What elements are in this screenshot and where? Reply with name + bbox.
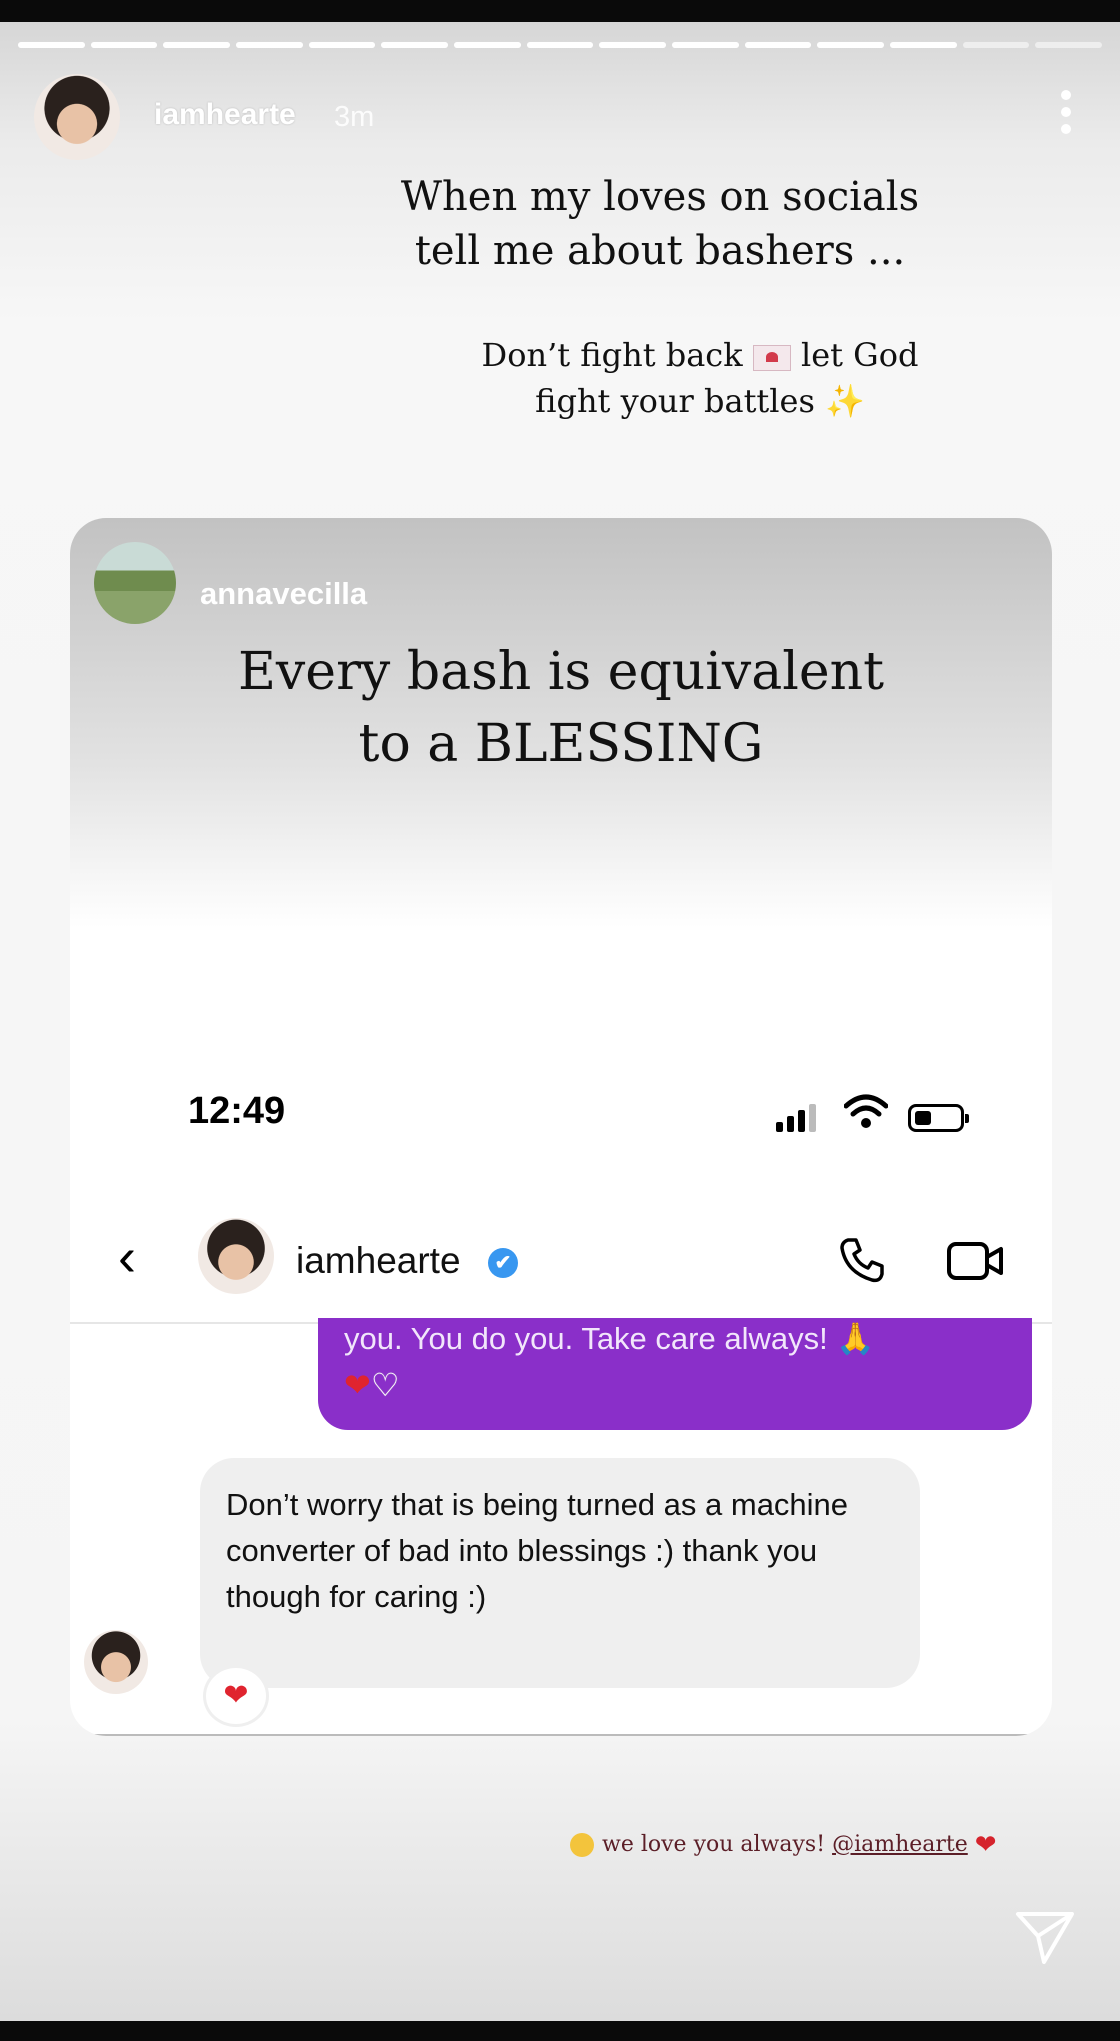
progress-segment <box>236 42 303 48</box>
verified-icon: ✔ <box>488 1248 518 1278</box>
story-subcaption: Don’t fight back let God fight your batt… <box>470 332 930 424</box>
shared-post-avatar[interactable] <box>94 542 176 624</box>
red-heart-icon: ❤ <box>344 1367 371 1403</box>
heart-reaction-icon[interactable]: ❤ <box>206 1668 266 1724</box>
shared-post-username[interactable]: annavecilla <box>200 576 367 612</box>
mention-text: we love you always! <box>602 1832 826 1857</box>
sent-message-bubble[interactable]: you. You do you. Take care always! 🙏 ❤♡ <box>318 1318 1032 1430</box>
love-letter-icon <box>752 344 791 371</box>
caption-line: When my loves on socials <box>400 174 920 220</box>
progress-segment <box>90 42 158 48</box>
progress-segment <box>454 42 521 48</box>
progress-segment <box>308 42 376 48</box>
quote-line: to a BLESSING <box>358 714 764 774</box>
dm-contact-avatar[interactable] <box>198 1218 274 1294</box>
progress-segment <box>817 42 885 48</box>
story-avatar[interactable] <box>34 74 120 160</box>
progress-segment <box>1035 42 1103 48</box>
story-username[interactable]: iamhearte <box>154 98 296 132</box>
send-icon[interactable] <box>1014 1906 1076 1968</box>
progress-segment <box>599 42 667 48</box>
story-viewer: iamhearte 3m When my loves on socials te… <box>0 22 1120 2021</box>
received-avatar[interactable] <box>84 1630 148 1694</box>
heart-icon: ❤ <box>974 1830 997 1860</box>
white-heart-icon: ♡ <box>370 1367 400 1403</box>
caption-text: let God <box>800 336 919 374</box>
story-time: 3m <box>334 101 375 133</box>
caption-text: fight your battles <box>535 382 815 420</box>
more-icon[interactable] <box>1060 90 1072 134</box>
shared-post-quote: Every bash is equivalent to a BLESSING <box>70 636 1052 780</box>
dm-contact-name[interactable]: iamhearte <box>296 1240 461 1282</box>
mention-sticker[interactable]: we love you always! @iamhearte ❤ <box>570 1830 997 1860</box>
sent-message-text: you. You do you. Take care always! <box>344 1321 828 1356</box>
story-progress <box>18 42 1103 48</box>
pray-icon: 🙏 <box>836 1321 875 1356</box>
progress-segment <box>890 42 957 48</box>
caption-line: tell me about bashers ... <box>414 228 906 274</box>
progress-segment <box>163 42 231 48</box>
signal-icon <box>776 1098 820 1132</box>
pleading-face-icon <box>570 1833 594 1857</box>
progress-segment <box>381 42 449 48</box>
wifi-icon <box>844 1094 888 1128</box>
caption-text: Don’t fight back <box>481 336 743 374</box>
back-icon[interactable]: ‹ <box>118 1230 136 1284</box>
battery-icon <box>908 1104 969 1132</box>
progress-segment <box>672 42 739 48</box>
card-bottom-border <box>70 1734 1052 1736</box>
story-caption: When my loves on socials tell me about b… <box>400 170 920 278</box>
progress-segment <box>526 42 594 48</box>
phone-icon[interactable] <box>836 1234 888 1286</box>
mention-tag[interactable]: @iamhearte <box>832 1832 968 1857</box>
video-icon[interactable] <box>946 1240 1004 1282</box>
quote-line: Every bash is equivalent <box>237 642 885 702</box>
received-message-text: Don’t worry that is being turned as a ma… <box>226 1487 849 1614</box>
status-time: 12:49 <box>188 1090 286 1132</box>
progress-segment <box>18 42 85 48</box>
progress-segment <box>962 42 1030 48</box>
sparkles-icon: ✨ <box>825 382 865 420</box>
shared-post-card[interactable]: annavecilla Every bash is equivalent to … <box>70 518 1052 1736</box>
received-message-bubble[interactable]: Don’t worry that is being turned as a ma… <box>200 1458 920 1688</box>
progress-segment <box>744 42 812 48</box>
